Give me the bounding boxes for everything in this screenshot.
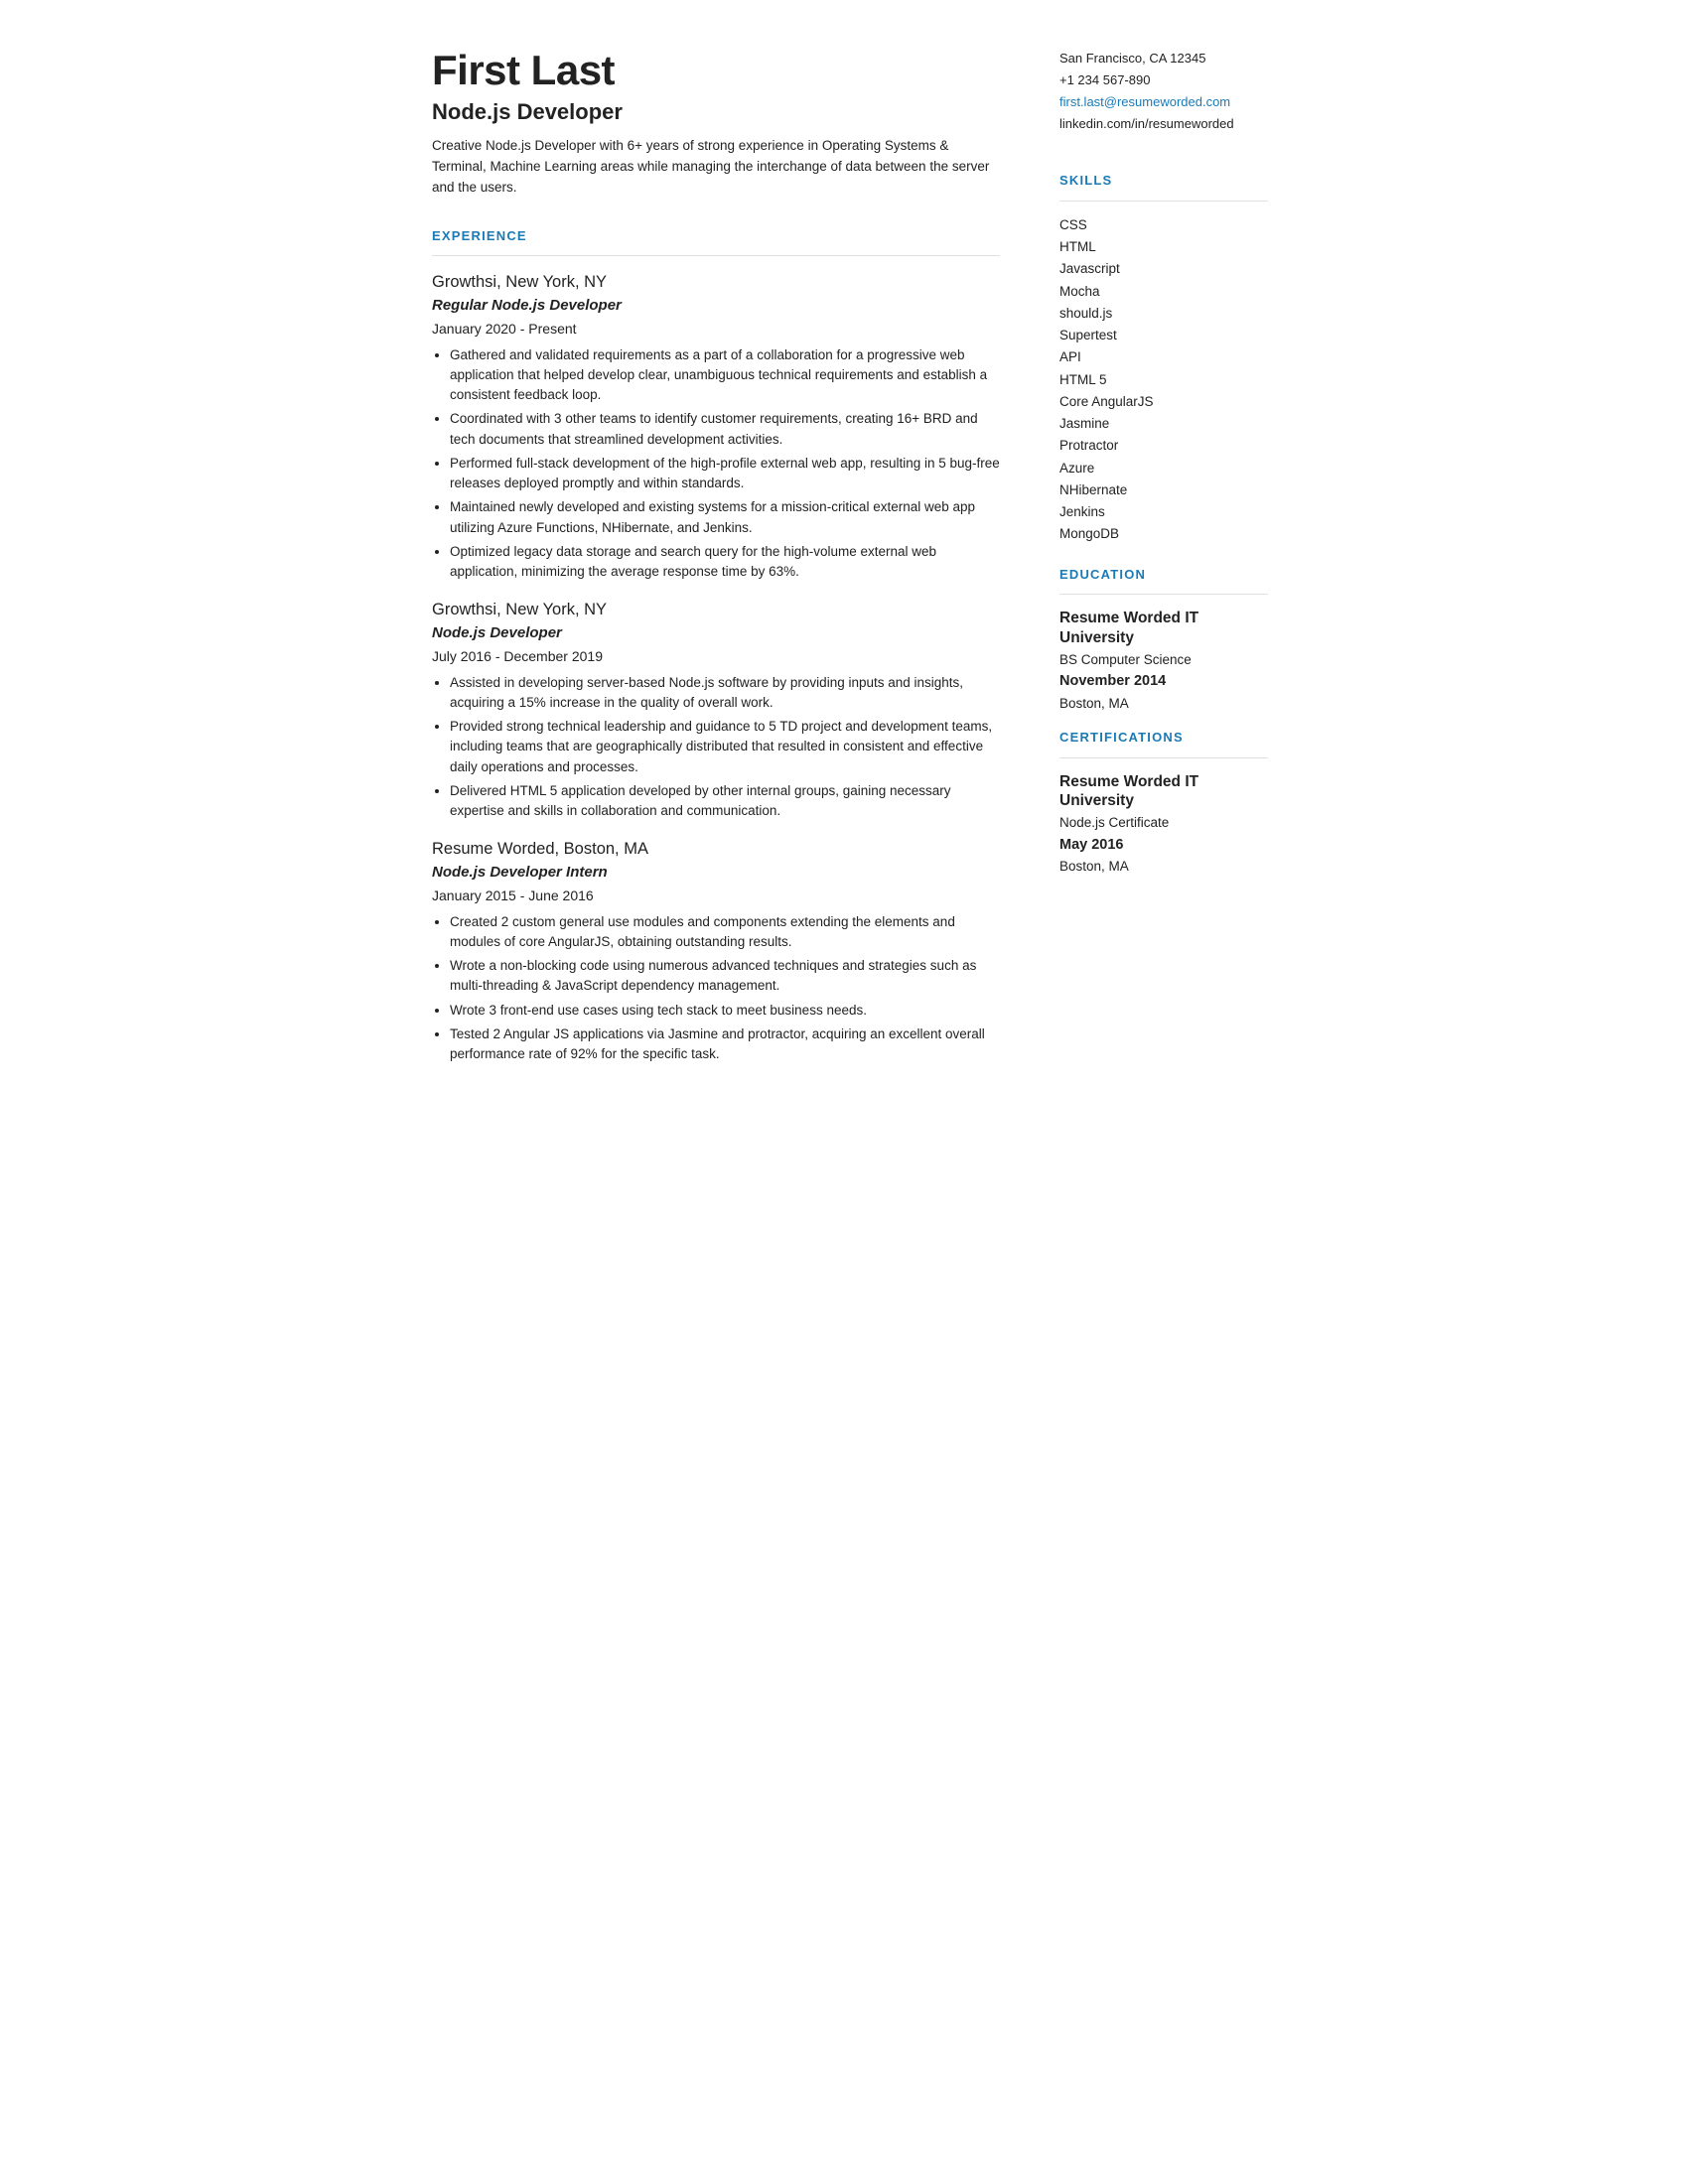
bullet-1-2: Coordinated with 3 other teams to identi… [450,409,1000,450]
company-location-3: Boston, MA [559,840,648,858]
email-link[interactable]: first.last@resumeworded.com [1059,94,1230,109]
skill-10: Protractor [1059,436,1268,456]
education-label: EDUCATION [1059,565,1268,585]
experience-section: EXPERIENCE Growthsi, New York, NY Regula… [432,226,1000,1065]
bullets-3: Created 2 custom general use modules and… [450,912,1000,1065]
header-section: First Last Node.js Developer Creative No… [432,48,1000,199]
bullet-1-4: Maintained newly developed and existing … [450,497,1000,538]
cert-org-1: Resume Worded IT University [1059,772,1268,811]
contact-phone: +1 234 567-890 [1059,69,1268,91]
skill-13: Jenkins [1059,502,1268,522]
contact-email[interactable]: first.last@resumeworded.com [1059,91,1268,113]
skill-7: HTML 5 [1059,370,1268,390]
skills-label: SKILLS [1059,171,1268,191]
candidate-summary: Creative Node.js Developer with 6+ years… [432,136,1000,199]
certifications-section: CERTIFICATIONS Resume Worded IT Universi… [1059,728,1268,878]
role-3: Node.js Developer Intern [432,862,1000,885]
bullet-2-1: Assisted in developing server-based Node… [450,673,1000,714]
company-3: Resume Worded, Boston, MA [432,837,1000,862]
resume-page: First Last Node.js Developer Creative No… [372,0,1316,1191]
contact-address: San Francisco, CA 12345 [1059,48,1268,69]
bullets-1: Gathered and validated requirements as a… [450,345,1000,583]
right-column: San Francisco, CA 12345 +1 234 567-890 f… [1040,48,1268,1144]
role-2: Node.js Developer [432,622,1000,645]
skill-4: should.js [1059,304,1268,324]
skill-6: API [1059,347,1268,367]
certifications-divider [1059,757,1268,758]
company-name-1: Growthsi, [432,273,501,291]
edu-org-1: Resume Worded IT University [1059,609,1268,647]
skill-9: Jasmine [1059,414,1268,434]
skill-5: Supertest [1059,326,1268,345]
skills-section: SKILLS CSS HTML Javascript Mocha should.… [1059,171,1268,544]
contact-linkedin: linkedin.com/in/resumeworded [1059,113,1268,135]
bullet-1-3: Performed full-stack development of the … [450,454,1000,494]
skill-0: CSS [1059,215,1268,235]
experience-entry-1: Growthsi, New York, NY Regular Node.js D… [432,270,1000,582]
company-location-1: New York, NY [501,273,607,291]
bullet-1-1: Gathered and validated requirements as a… [450,345,1000,406]
edu-degree-1: BS Computer Science [1059,650,1268,670]
experience-entry-3: Resume Worded, Boston, MA Node.js Develo… [432,837,1000,1064]
bullet-3-3: Wrote 3 front-end use cases using tech s… [450,1001,1000,1021]
cert-date-1: May 2016 [1059,835,1268,857]
dates-2: July 2016 - December 2019 [432,646,1000,667]
company-2: Growthsi, New York, NY [432,598,1000,622]
skill-2: Javascript [1059,259,1268,279]
contact-section: San Francisco, CA 12345 +1 234 567-890 f… [1059,48,1268,135]
education-section: EDUCATION Resume Worded IT University BS… [1059,565,1268,715]
skill-3: Mocha [1059,282,1268,302]
bullets-2: Assisted in developing server-based Node… [450,673,1000,822]
skill-12: NHibernate [1059,480,1268,500]
dates-3: January 2015 - June 2016 [432,886,1000,906]
candidate-title: Node.js Developer [432,95,1000,128]
bullet-2-3: Delivered HTML 5 application developed b… [450,781,1000,822]
certifications-label: CERTIFICATIONS [1059,728,1268,748]
bullet-3-4: Tested 2 Angular JS applications via Jas… [450,1024,1000,1065]
cert-degree-1: Node.js Certificate [1059,813,1268,833]
bullet-1-5: Optimized legacy data storage and search… [450,542,1000,583]
bullet-3-1: Created 2 custom general use modules and… [450,912,1000,953]
company-name-2: Growthsi, [432,601,501,618]
skill-1: HTML [1059,237,1268,257]
experience-divider [432,255,1000,256]
experience-entry-2: Growthsi, New York, NY Node.js Developer… [432,598,1000,821]
role-1: Regular Node.js Developer [432,295,1000,318]
skills-list: CSS HTML Javascript Mocha should.js Supe… [1059,215,1268,545]
bullet-2-2: Provided strong technical leadership and… [450,717,1000,777]
skills-divider [1059,201,1268,202]
education-divider [1059,594,1268,595]
skill-14: MongoDB [1059,524,1268,544]
candidate-name: First Last [432,48,1000,93]
skill-8: Core AngularJS [1059,392,1268,412]
bullet-3-2: Wrote a non-blocking code using numerous… [450,956,1000,997]
left-column: First Last Node.js Developer Creative No… [432,48,1040,1144]
edu-date-1: November 2014 [1059,671,1268,693]
experience-label: EXPERIENCE [432,226,1000,246]
skill-11: Azure [1059,459,1268,478]
company-1: Growthsi, New York, NY [432,270,1000,295]
edu-location-1: Boston, MA [1059,694,1268,714]
company-name-3: Resume Worded, [432,840,559,858]
dates-1: January 2020 - Present [432,319,1000,340]
company-location-2: New York, NY [501,601,607,618]
cert-location-1: Boston, MA [1059,857,1268,877]
